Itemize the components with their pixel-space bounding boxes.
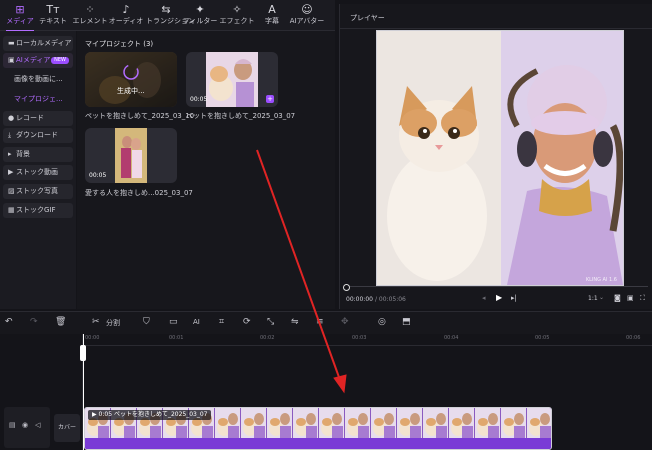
annotation-arrow [256, 149, 347, 394]
